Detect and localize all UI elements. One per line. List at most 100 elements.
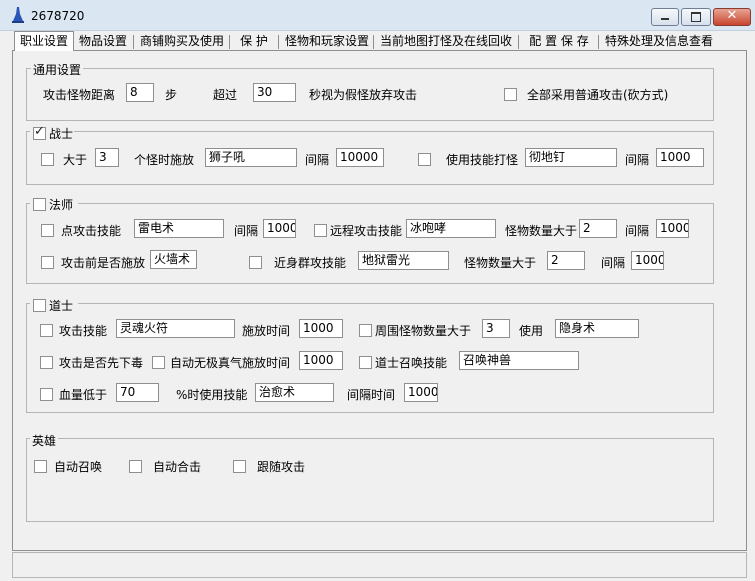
taoist-attack-label: 攻击技能	[59, 324, 108, 338]
mage-melee-count-label: 怪物数量大于	[464, 256, 537, 270]
attack-distance-label: 攻击怪物距离	[43, 88, 116, 102]
attack-distance-input[interactable]: 8	[126, 83, 154, 102]
tab-separator	[598, 35, 599, 49]
taoist-hp-label: 血量低于	[59, 388, 108, 402]
hero-group	[26, 438, 714, 522]
taoist-auto-time-input[interactable]: 1000	[299, 351, 343, 370]
warrior-use-skill-checkbox[interactable]	[418, 153, 431, 166]
tab-separator	[518, 35, 519, 49]
mage-precast-label: 攻击前是否施放	[61, 256, 146, 270]
tab-job-settings[interactable]: 职业设置	[14, 31, 74, 51]
minimize-button[interactable]	[651, 8, 679, 26]
taoist-auto-label: 自动无极真气施放时间	[170, 356, 291, 370]
mage-point-label: 点攻击技能	[61, 224, 122, 238]
taoist-hp-interval-input[interactable]: 1000	[404, 383, 438, 402]
tab-protect[interactable]: 保 护	[233, 33, 275, 50]
taoist-attack-time-input[interactable]: 1000	[299, 319, 343, 338]
mage-melee-skill-input[interactable]: 地狱雷光	[358, 251, 449, 270]
hero-auto-summon-checkbox[interactable]	[34, 460, 47, 473]
taoist-around-checkbox[interactable]	[359, 324, 372, 337]
mage-point-skill-input[interactable]: 雷电术	[134, 219, 224, 238]
mage-ranged-count-input[interactable]: 2	[579, 219, 617, 238]
warrior-gt-checkbox[interactable]	[41, 153, 54, 166]
taoist-interval-time-label: 间隔时间	[347, 388, 396, 402]
tab-config-save[interactable]: 配 置 保 存	[522, 33, 596, 50]
taoist-hp-input[interactable]: 70	[116, 383, 159, 402]
taoist-hp-checkbox[interactable]	[40, 388, 53, 401]
hero-auto-combine-label: 自动合击	[153, 460, 202, 474]
taoist-around-count-input[interactable]: 3	[482, 319, 510, 338]
window-title: 2678720	[31, 9, 85, 23]
fake-monster-label: 秒视为假怪放弃攻击	[309, 88, 418, 102]
maximize-icon	[691, 12, 701, 22]
warrior-skill2-input[interactable]: 彻地钉	[525, 148, 617, 167]
warrior-gt-label: 大于	[63, 153, 88, 167]
mage-point-checkbox[interactable]	[41, 224, 54, 237]
maximize-button[interactable]	[681, 8, 711, 26]
warrior-skill1-input[interactable]: 狮子吼	[205, 148, 297, 167]
taoist-checkbox[interactable]	[33, 299, 46, 312]
warrior-cast-label: 个怪时施放	[134, 153, 195, 167]
exceed-seconds-input[interactable]: 30	[253, 83, 296, 102]
minimize-icon	[661, 18, 669, 20]
tab-separator	[278, 35, 279, 49]
mage-ranged-interval-input[interactable]: 1000	[656, 219, 689, 238]
title-bar	[0, 0, 755, 31]
exceed-label: 超过	[213, 88, 238, 102]
warrior-interval1-label: 间隔	[305, 153, 330, 167]
mage-melee-count-input[interactable]: 2	[547, 251, 585, 270]
normal-attack-label: 全部采用普通攻击(砍方式)	[527, 88, 669, 102]
mage-checkbox[interactable]	[33, 198, 46, 211]
taoist-around-skill-input[interactable]: 隐身术	[555, 319, 639, 338]
mage-melee-checkbox[interactable]	[249, 256, 262, 269]
warrior-use-skill-label: 使用技能打怪	[446, 153, 519, 167]
mage-ranged-checkbox[interactable]	[314, 224, 327, 237]
hero-follow-attack-checkbox[interactable]	[233, 460, 246, 473]
close-button[interactable]: ✕	[713, 8, 751, 26]
mage-point-interval-input[interactable]: 1000	[263, 219, 296, 238]
warrior-checkbox[interactable]	[33, 124, 46, 140]
warrior-gt-input[interactable]: 3	[95, 148, 119, 167]
normal-attack-checkbox[interactable]	[504, 88, 517, 101]
tab-current-map[interactable]: 当前地图打怪及在线回收	[376, 33, 516, 50]
step-label: 步	[165, 88, 178, 102]
app-icon	[12, 7, 24, 23]
tab-special[interactable]: 特殊处理及信息查看	[602, 33, 716, 50]
warrior-interval2-input[interactable]: 1000	[656, 148, 704, 167]
taoist-cast-time-label: 施放时间	[242, 324, 291, 338]
general-settings-title: 通用设置	[31, 61, 84, 78]
taoist-use-label: 使用	[519, 324, 544, 338]
tab-separator	[133, 35, 134, 49]
taoist-around-label: 周围怪物数量大于	[375, 324, 472, 338]
taoist-hp-skill-input[interactable]: 治愈术	[255, 383, 334, 402]
mage-title: 法师	[49, 198, 74, 212]
tab-item-settings[interactable]: 物品设置	[76, 33, 130, 50]
taoist-poison-checkbox[interactable]	[40, 356, 53, 369]
mage-ranged-skill-input[interactable]: 冰咆哮	[406, 219, 496, 238]
mage-precast-skill-input[interactable]: 火墙术	[150, 250, 197, 269]
warrior-interval2-label: 间隔	[625, 153, 650, 167]
taoist-auto-checkbox[interactable]	[152, 356, 165, 369]
taoist-summon-label: 道士召唤技能	[375, 356, 448, 370]
mage-melee-interval-input[interactable]: 1000	[631, 251, 664, 270]
hero-auto-summon-label: 自动召唤	[54, 460, 103, 474]
taoist-attack-checkbox[interactable]	[40, 324, 53, 337]
mage-melee-interval-label: 间隔	[601, 256, 626, 270]
hero-auto-combine-checkbox[interactable]	[129, 460, 142, 473]
taoist-summon-checkbox[interactable]	[359, 356, 372, 369]
tab-shop[interactable]: 商铺购买及使用	[137, 33, 227, 50]
mage-group	[26, 203, 714, 284]
taoist-title: 道士	[49, 299, 74, 313]
mage-ranged-count-label: 怪物数量大于	[505, 224, 578, 238]
hero-title: 英雄	[30, 432, 59, 449]
close-icon: ✕	[726, 8, 738, 23]
job-settings-panel: 通用设置 攻击怪物距离 8 步 超过 30 秒视为假怪放弃攻击 全部采用普通攻击…	[12, 50, 747, 551]
mage-precast-checkbox[interactable]	[41, 256, 54, 269]
tab-separator	[229, 35, 230, 49]
taoist-summon-skill-input[interactable]: 召唤神兽	[459, 351, 579, 370]
taoist-attack-skill-input[interactable]: 灵魂火符	[116, 319, 235, 338]
mage-point-interval-label: 间隔	[234, 224, 259, 238]
tab-monster-player[interactable]: 怪物和玩家设置	[282, 33, 372, 50]
warrior-interval1-input[interactable]: 10000	[336, 148, 384, 167]
warrior-title: 战士	[49, 127, 74, 141]
